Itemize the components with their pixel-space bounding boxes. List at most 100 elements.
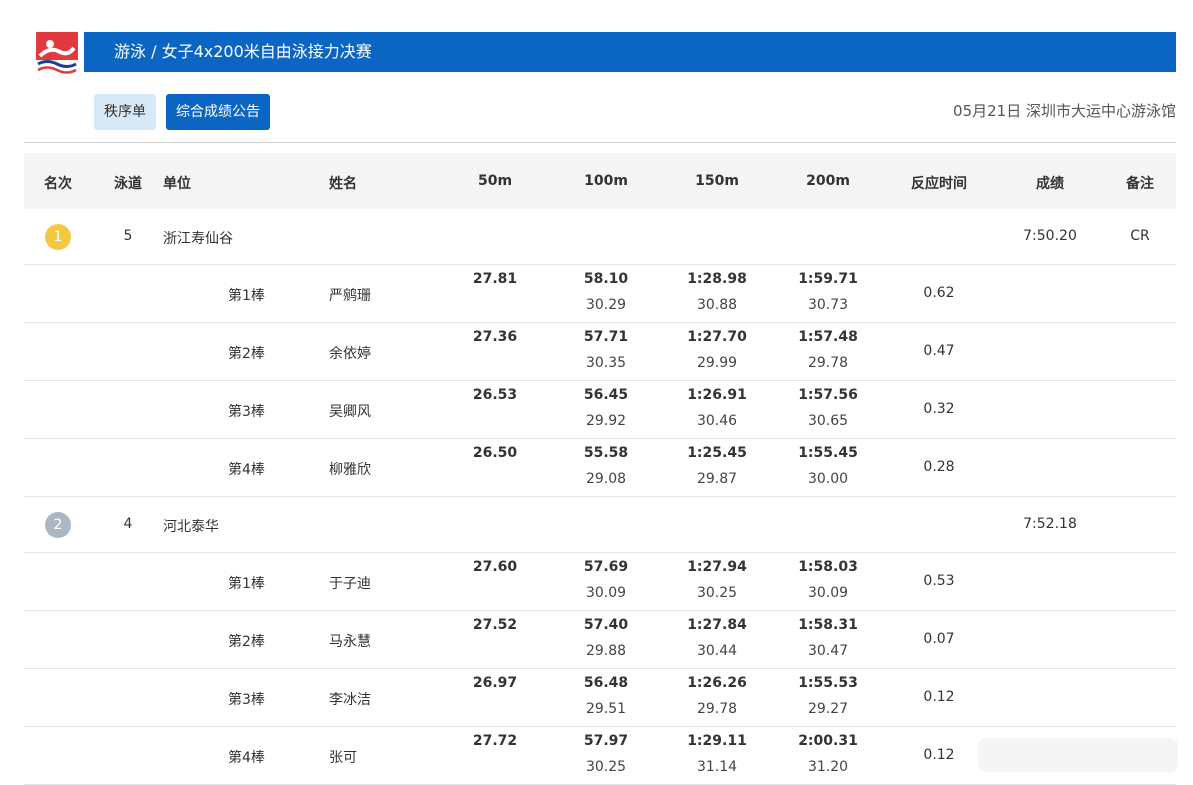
cum-200m: 1:55.45	[798, 445, 858, 461]
cum-100m: 57.40	[583, 617, 629, 633]
divider	[24, 142, 1176, 143]
reaction-time: 0.53	[923, 573, 955, 589]
swimmer-name: 吴卿风	[329, 404, 371, 420]
swimmer-name: 严鹓珊	[329, 288, 371, 304]
cum-100m: 56.48	[583, 675, 629, 691]
cum-50m: 26.53	[472, 387, 518, 403]
reaction-time: 0.07	[923, 631, 955, 647]
cum-150m: 1:26.91	[687, 387, 747, 403]
cum-150m: 1:28.98	[687, 271, 747, 287]
header-100m: 100m	[584, 173, 628, 189]
header-50m: 50m	[477, 173, 513, 189]
rank-badge: 1	[45, 224, 71, 250]
split-200m: 31.20	[807, 759, 849, 775]
cum-150m: 1:25.45	[687, 445, 747, 461]
leg-label: 第3棒	[228, 404, 265, 420]
split-100m: 30.09	[585, 585, 627, 601]
reaction-time: 0.28	[923, 459, 955, 475]
watermark-overlay	[978, 738, 1178, 772]
split-150m: 29.87	[696, 471, 738, 487]
leg-label: 第1棒	[228, 288, 265, 304]
lane: 5	[123, 228, 133, 244]
header-unit: 单位	[163, 176, 191, 192]
rank-badge: 2	[45, 512, 71, 538]
split-150m: 29.99	[696, 355, 738, 371]
team-result: 7:52.18	[1023, 516, 1077, 532]
swimmer-name: 于子迪	[329, 576, 371, 592]
reaction-time: 0.47	[923, 343, 955, 359]
swimmer-name: 柳雅欣	[329, 462, 371, 478]
split-150m: 30.46	[696, 413, 738, 429]
leg-row: 第1棒 于子迪 27.60 57.69 1:27.94 1:58.03 30.0…	[24, 553, 1176, 611]
cum-200m: 1:57.48	[798, 329, 858, 345]
split-200m: 29.78	[807, 355, 849, 371]
split-100m: 30.29	[585, 297, 627, 313]
swimmer-name: 李冰洁	[329, 692, 371, 708]
cum-50m: 26.50	[472, 445, 518, 461]
swimmer-name: 马永慧	[329, 634, 371, 650]
date-venue: 05月21日 深圳市大运中心游泳馆	[953, 102, 1176, 120]
cum-150m: 1:26.26	[687, 675, 747, 691]
page-title: 游泳 / 女子4x200米自由泳接力决赛	[84, 32, 1176, 72]
split-200m: 30.65	[807, 413, 849, 429]
leg-label: 第1棒	[228, 576, 265, 592]
split-100m: 29.88	[585, 643, 627, 659]
split-150m: 29.78	[696, 701, 738, 717]
split-150m: 31.14	[696, 759, 738, 775]
split-200m: 29.27	[807, 701, 849, 717]
cum-100m: 57.97	[583, 733, 629, 749]
cum-50m: 27.81	[472, 271, 518, 287]
split-100m: 29.08	[585, 471, 627, 487]
cum-150m: 1:29.11	[687, 733, 747, 749]
split-200m: 30.73	[807, 297, 849, 313]
split-200m: 30.00	[807, 471, 849, 487]
leg-row: 第1棒 严鹓珊 27.81 58.10 1:28.98 1:59.71 30.2…	[24, 265, 1176, 323]
unit-name: 浙江寿仙谷	[163, 231, 233, 247]
table-header: 名次 泳道 单位 姓名 50m 100m 150m 200m 反应时间 成绩 备…	[24, 153, 1176, 209]
header-150m: 150m	[695, 173, 739, 189]
cum-200m: 1:55.53	[798, 675, 858, 691]
team-row[interactable]: 2 4 河北泰华 7:52.18	[24, 497, 1176, 553]
reaction-time: 0.32	[923, 401, 955, 417]
leg-label: 第4棒	[228, 462, 265, 478]
split-200m: 30.09	[807, 585, 849, 601]
leg-label: 第3棒	[228, 692, 265, 708]
swimmer-name: 张可	[329, 750, 357, 766]
cum-150m: 1:27.84	[687, 617, 747, 633]
leg-label: 第2棒	[228, 634, 265, 650]
reaction-time: 0.12	[923, 689, 955, 705]
leg-row: 第2棒 余依婷 27.36 57.71 1:27.70 1:57.48 30.3…	[24, 323, 1176, 381]
team-row[interactable]: 1 5 浙江寿仙谷 7:50.20 CR	[24, 209, 1176, 265]
cum-200m: 1:58.31	[798, 617, 858, 633]
reaction-time: 0.12	[923, 747, 955, 763]
cum-150m: 1:27.94	[687, 559, 747, 575]
split-100m: 30.35	[585, 355, 627, 371]
leg-row: 第3棒 李冰洁 26.97 56.48 1:26.26 1:55.53 29.5…	[24, 669, 1176, 727]
header-lane: 泳道	[114, 176, 142, 192]
cum-200m: 2:00.31	[798, 733, 858, 749]
cum-50m: 27.52	[472, 617, 518, 633]
cum-100m: 57.69	[583, 559, 629, 575]
cum-150m: 1:27.70	[687, 329, 747, 345]
leg-row: 第3棒 吴卿风 26.53 56.45 1:26.91 1:57.56 29.9…	[24, 381, 1176, 439]
lane: 4	[123, 516, 133, 532]
cum-50m: 26.97	[472, 675, 518, 691]
leg-label: 第2棒	[228, 346, 265, 362]
cum-200m: 1:59.71	[798, 271, 858, 287]
header-rank: 名次	[44, 176, 72, 192]
split-100m: 29.51	[585, 701, 627, 717]
tab-results[interactable]: 综合成绩公告	[166, 94, 270, 130]
cum-50m: 27.72	[472, 733, 518, 749]
team-result: 7:50.20	[1023, 228, 1077, 244]
tab-start-list[interactable]: 秩序单	[94, 94, 156, 130]
swimmer-name: 余依婷	[329, 346, 371, 362]
results-table: 名次 泳道 单位 姓名 50m 100m 150m 200m 反应时间 成绩 备…	[24, 153, 1176, 785]
unit-name: 河北泰华	[163, 519, 219, 535]
split-150m: 30.44	[696, 643, 738, 659]
cum-100m: 58.10	[583, 271, 629, 287]
header-200m: 200m	[806, 173, 850, 189]
cum-100m: 57.71	[583, 329, 629, 345]
cum-200m: 1:58.03	[798, 559, 858, 575]
split-150m: 30.88	[696, 297, 738, 313]
split-150m: 30.25	[696, 585, 738, 601]
